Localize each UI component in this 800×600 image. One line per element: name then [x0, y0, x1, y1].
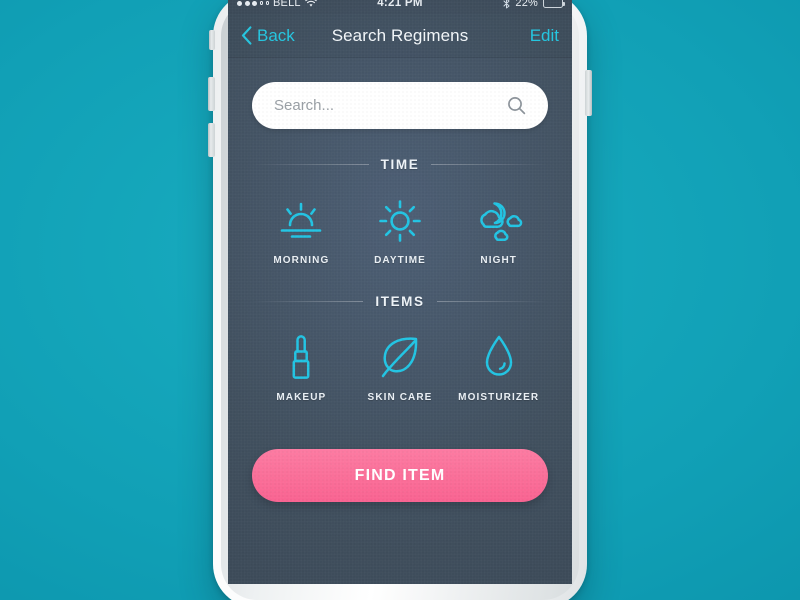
battery-icon	[543, 0, 565, 8]
item-options-grid: MAKEUP SKIN CARE MOISTURIZER	[252, 333, 548, 403]
bluetooth-icon	[503, 0, 510, 9]
section-header-time: TIME	[252, 157, 548, 172]
option-daytime[interactable]: DAYTIME	[351, 196, 450, 266]
phone-screen: BELL 4:21 PM 22% Back Search Regimens Ed…	[228, 0, 572, 584]
option-night[interactable]: NIGHT	[449, 196, 548, 266]
volume-up-button[interactable]	[208, 77, 215, 111]
find-item-button[interactable]: FIND ITEM	[252, 449, 548, 502]
divider-right	[436, 301, 549, 302]
edit-button[interactable]: Edit	[530, 26, 559, 46]
lipstick-icon	[288, 333, 314, 379]
power-button[interactable]	[585, 70, 592, 116]
silent-switch-button[interactable]	[209, 30, 215, 50]
battery-percent-label: 22%	[515, 0, 538, 9]
search-bar[interactable]	[252, 82, 548, 129]
volume-down-button[interactable]	[208, 123, 215, 157]
option-moisturizer[interactable]: MOISTURIZER	[449, 333, 548, 403]
status-bar-right: 22%	[503, 0, 565, 9]
option-skin-care[interactable]: SKIN CARE	[351, 333, 450, 403]
search-icon[interactable]	[507, 96, 526, 115]
section-header-items: ITEMS	[252, 294, 549, 309]
option-label: MAKEUP	[276, 392, 327, 403]
sun-icon	[379, 196, 421, 242]
option-label: DAYTIME	[374, 255, 426, 266]
page-title: Search Regimens	[331, 25, 469, 45]
navigation-bar: Back Search Regimens Edit	[228, 14, 572, 58]
section-title: ITEMS	[375, 294, 425, 309]
phone-device: BELL 4:21 PM 22% Back Search Regimens Ed…	[207, 0, 593, 600]
option-morning[interactable]: MORNING	[252, 196, 351, 266]
sunrise-icon	[279, 196, 323, 242]
option-label: MOISTURIZER	[458, 392, 540, 403]
option-label: MORNING	[273, 255, 330, 266]
search-input[interactable]	[274, 97, 507, 114]
option-label: SKIN CARE	[367, 392, 433, 403]
divider-left	[252, 164, 369, 165]
leaf-icon	[379, 333, 421, 379]
option-makeup[interactable]: MAKEUP	[252, 333, 351, 403]
time-options-grid: MORNING DAYTIME NIGHT	[252, 196, 548, 266]
moon-cloud-icon	[474, 196, 524, 242]
screen-content: TIME	[228, 82, 572, 502]
find-item-button-label: FIND ITEM	[354, 466, 446, 484]
divider-left	[252, 301, 364, 302]
option-label: NIGHT	[480, 255, 517, 266]
section-title: TIME	[380, 157, 420, 172]
status-bar: BELL 4:21 PM 22%	[228, 0, 572, 14]
water-drop-icon	[484, 333, 514, 379]
divider-right	[431, 164, 548, 165]
